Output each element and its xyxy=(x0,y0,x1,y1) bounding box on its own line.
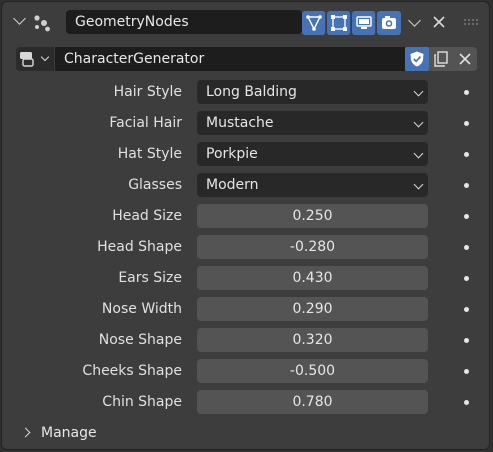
viewport-display-toggle[interactable] xyxy=(352,11,376,35)
manage-label: Manage xyxy=(41,425,97,441)
property-row: Hat Style Porkpie xyxy=(2,142,489,166)
property-label: Hair Style xyxy=(113,84,182,100)
property-row: Chin Shape 0.780 xyxy=(2,390,489,414)
keyframe-decorator-icon[interactable] xyxy=(464,400,469,405)
property-row: Head Size 0.250 xyxy=(2,204,489,228)
keyframe-decorator-icon[interactable] xyxy=(464,369,469,374)
collapse-chevron-icon[interactable] xyxy=(13,12,26,25)
property-row: Cheeks Shape -0.500 xyxy=(2,359,489,383)
property-row: Nose Shape 0.320 xyxy=(2,328,489,352)
close-icon xyxy=(459,53,471,65)
node-tree-browse-button[interactable] xyxy=(16,47,54,71)
property-row: Glasses Modern xyxy=(2,173,489,197)
camera-icon xyxy=(382,16,396,29)
keyframe-decorator-icon[interactable] xyxy=(464,338,469,343)
keyframe-decorator-icon[interactable] xyxy=(464,90,469,95)
property-number-field[interactable]: 0.320 xyxy=(197,328,428,352)
dropdown-value: Mustache xyxy=(206,115,274,131)
node-group-selector: CharacterGenerator xyxy=(2,47,489,71)
dropdown-value: Long Balding xyxy=(206,84,297,100)
render-toggle[interactable] xyxy=(377,11,401,35)
property-label: Cheeks Shape xyxy=(82,363,182,379)
property-label: Facial Hair xyxy=(109,115,182,131)
property-number-field[interactable]: -0.500 xyxy=(197,359,428,383)
property-label: Chin Shape xyxy=(102,394,182,410)
keyframe-decorator-icon[interactable] xyxy=(464,307,469,312)
property-dropdown[interactable]: Porkpie xyxy=(197,142,428,166)
property-label: Nose Width xyxy=(101,301,182,317)
property-label: Head Size xyxy=(112,208,182,224)
on-cage-toggle[interactable] xyxy=(327,11,351,35)
property-dropdown[interactable]: Long Balding xyxy=(197,80,428,104)
monitor-icon xyxy=(356,16,372,29)
modifier-header: GeometryNodes xyxy=(2,2,489,42)
chevron-down-icon xyxy=(413,86,424,97)
chevron-down-icon xyxy=(413,117,424,128)
chevron-down-icon xyxy=(413,179,424,190)
property-row: Facial Hair Mustache xyxy=(2,111,489,135)
keyframe-decorator-icon[interactable] xyxy=(464,121,469,126)
property-row: Nose Width 0.290 xyxy=(2,297,489,321)
keyframe-decorator-icon[interactable] xyxy=(464,183,469,188)
property-number-field[interactable]: 0.780 xyxy=(197,390,428,414)
property-label: Hat Style xyxy=(117,146,182,162)
dropdown-value: Porkpie xyxy=(206,146,258,162)
shield-check-icon xyxy=(410,51,424,67)
property-row: Ears Size 0.430 xyxy=(2,266,489,290)
property-number-field[interactable]: -0.280 xyxy=(197,235,428,259)
property-label: Glasses xyxy=(128,177,182,193)
property-label: Ears Size xyxy=(118,270,182,286)
expand-chevron-icon xyxy=(20,427,31,438)
property-row: Head Shape -0.280 xyxy=(2,235,489,259)
property-number-field[interactable]: 0.430 xyxy=(197,266,428,290)
keyframe-decorator-icon[interactable] xyxy=(464,245,469,250)
property-row: Hair Style Long Balding xyxy=(2,80,489,104)
fake-user-button[interactable] xyxy=(405,47,429,71)
node-group-name-field[interactable]: CharacterGenerator xyxy=(55,47,405,71)
keyframe-decorator-icon[interactable] xyxy=(464,276,469,281)
property-label: Nose Shape xyxy=(98,332,182,348)
property-number-field[interactable]: 0.290 xyxy=(197,297,428,321)
drag-handle-icon[interactable] xyxy=(463,18,479,26)
property-dropdown[interactable]: Mustache xyxy=(197,111,428,135)
geometry-nodes-icon xyxy=(34,15,50,32)
browse-chevron-icon xyxy=(40,52,50,62)
property-number-field[interactable]: 0.250 xyxy=(197,204,428,228)
property-label: Head Shape xyxy=(97,239,182,255)
vertex-triangle-icon xyxy=(306,15,322,31)
node-tree-icon xyxy=(20,52,34,67)
close-icon[interactable] xyxy=(432,15,446,29)
keyframe-decorator-icon[interactable] xyxy=(464,214,469,219)
modifier-menu-chevron-icon[interactable] xyxy=(408,14,421,27)
chevron-down-icon xyxy=(413,148,424,159)
modifier-panel: GeometryNodes CharacterGenerator Hair St… xyxy=(1,1,490,450)
cage-square-icon xyxy=(331,15,347,31)
unlink-button[interactable] xyxy=(453,47,477,71)
edit-mode-toggle[interactable] xyxy=(302,11,326,35)
duplicate-button[interactable] xyxy=(429,47,453,71)
dropdown-value: Modern xyxy=(206,177,259,193)
keyframe-decorator-icon[interactable] xyxy=(464,152,469,157)
duplicate-icon xyxy=(434,51,448,67)
modifier-name-field[interactable]: GeometryNodes xyxy=(66,10,302,34)
property-dropdown[interactable]: Modern xyxy=(197,173,428,197)
